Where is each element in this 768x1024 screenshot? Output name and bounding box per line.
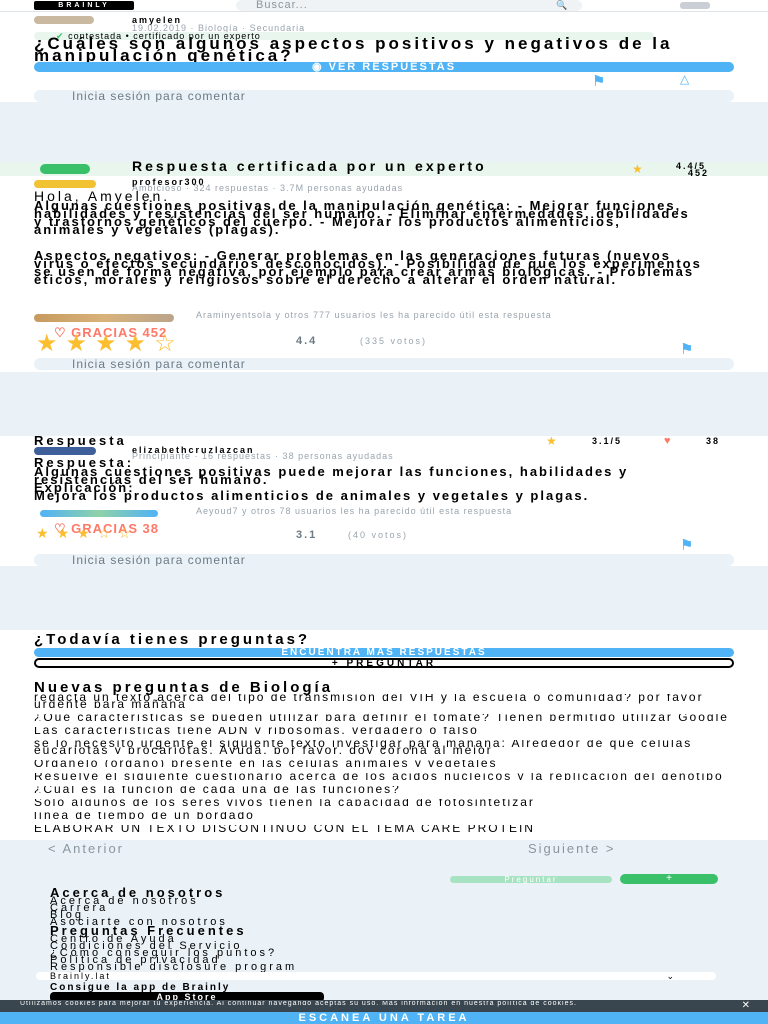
footer: < Anterior Siguiente > Preguntar + Acerc… <box>0 840 768 1024</box>
search-icon[interactable]: 🔍 <box>556 0 567 11</box>
answer-explanation: Mejora los productos alimenticios de ani… <box>34 488 590 503</box>
next-link[interactable]: Siguiente > <box>528 842 615 855</box>
question-link[interactable]: Solo algunos de los seres vivos tienen l… <box>34 799 734 806</box>
helpful-avatars <box>34 314 174 322</box>
share-icon[interactable]: △ <box>680 72 689 86</box>
top-header: BRAINLY Buscar... 🔍 <box>0 0 768 12</box>
votes: (40 votos) <box>348 530 409 540</box>
section-gap <box>0 372 768 436</box>
avatar <box>34 180 96 188</box>
star-icon[interactable]: ★ <box>95 332 117 356</box>
helpful-note: Araminyentsola y otros 777 usuarios les … <box>196 310 552 320</box>
report-flag-icon[interactable]: ⚑ <box>680 536 693 554</box>
footer-link[interactable]: Responsible disclosure program <box>50 962 297 973</box>
question-link[interactable]: se lo necesito urgente el siguiente text… <box>34 740 734 754</box>
cta-block: ¿Todavía tienes preguntas? ENCUENTRA MÁS… <box>0 630 768 680</box>
star-icon[interactable]: ★ <box>36 332 58 356</box>
faq-links: Centro de Ayuda Condiciones del Servicio ¿… <box>50 934 297 973</box>
brainly-logo[interactable]: BRAINLY <box>34 1 134 10</box>
score: 3.1 <box>296 529 318 541</box>
chevron-down-icon: ⌄ <box>666 971 676 981</box>
close-icon[interactable]: ✕ <box>742 1000 750 1012</box>
star-icon: ★ <box>546 434 557 448</box>
votes: (335 votos) <box>360 336 428 346</box>
author-meta: Ambicioso · 324 respuestas · 3.7M person… <box>132 183 404 193</box>
prev-link[interactable]: < Anterior <box>48 842 124 855</box>
question-link[interactable]: Las características tiene ADN y ribosoma… <box>34 727 734 734</box>
thanks-count: 452 <box>688 168 710 178</box>
search-input[interactable]: Buscar... <box>236 0 582 11</box>
answer-certified: Respuesta certificada por un experto ★ 4… <box>0 158 768 372</box>
new-questions-list: redacta un texto acerca del tipo de tran… <box>34 694 734 838</box>
helpful-avatars <box>40 510 158 517</box>
rating-stars[interactable]: ★ ★ ★ ☆ ☆ <box>36 525 139 543</box>
star-icon[interactable]: ★ <box>57 526 70 540</box>
scan-task-button[interactable]: ESCANEA UNA TAREA <box>0 1012 768 1024</box>
star-icon[interactable]: ★ <box>77 526 90 540</box>
star-icon[interactable]: ☆ <box>98 526 111 540</box>
eye-icon: ◉ <box>311 61 324 73</box>
star-icon[interactable]: ★ <box>36 526 49 540</box>
heart-icon: ♥ <box>664 435 671 447</box>
see-answers-label: VER RESPUESTAS <box>328 61 457 73</box>
report-flag-icon[interactable]: ⚑ <box>592 72 605 90</box>
helpful-note: Aeyoud7 y otros 78 usuarios les ha parec… <box>196 506 513 516</box>
footer-ask-button[interactable]: Preguntar <box>450 876 612 884</box>
cookie-banner: Utilizamos cookies para mejorar tu exper… <box>0 1000 768 1012</box>
answer-negatives: Aspectos negativos: - Generar problemas … <box>34 248 702 287</box>
report-flag-icon[interactable]: ⚑ <box>680 340 693 358</box>
star-icon[interactable]: ☆ <box>118 526 131 540</box>
section-gap <box>0 566 768 630</box>
author-meta: Principiante · 16 respuestas · 38 person… <box>132 451 394 461</box>
question-title: ¿Cuáles son algunos aspectos positivos y… <box>34 34 673 65</box>
certified-title: Respuesta certificada por un experto <box>132 158 487 174</box>
star-icon: ★ <box>632 162 643 176</box>
rating-value: 3.1/5 <box>592 436 623 446</box>
star-icon[interactable]: ★ <box>125 332 147 356</box>
avatar <box>34 16 94 24</box>
get-app-text: Consigue la app de Brainly <box>50 982 231 993</box>
ask-button[interactable]: + PREGUNTAR <box>34 658 734 669</box>
cta-title: ¿Todavía tienes preguntas? <box>34 631 311 648</box>
question-link[interactable]: ¿Cuál es la función de cada una de las f… <box>34 786 734 793</box>
about-links: Acerca de nosotros Carrera Blog Asociarte c… <box>50 896 228 928</box>
question-link[interactable]: ¿Qué características se pueden utilizar … <box>34 714 734 721</box>
thanks-number: 38 <box>142 521 159 536</box>
avatar <box>34 447 96 455</box>
language-select[interactable]: Brainly.lat ⌄ <box>36 971 716 981</box>
answer-body: Algunas cuestiones positivas de la manip… <box>34 198 690 237</box>
new-questions-title: Nuevas preguntas de Biología <box>34 679 334 696</box>
star-icon[interactable]: ☆ <box>154 332 176 356</box>
question-link[interactable]: redacta un texto acerca del tipo de tran… <box>34 694 734 708</box>
comment-bar[interactable]: Inicia sesión para comentar <box>34 358 734 370</box>
score: 4.4 <box>296 335 318 347</box>
question-block: amyelen 19.02.2019 · Biología · Secundar… <box>0 12 768 102</box>
question-link[interactable]: Organelo (órgano) presente en las célula… <box>34 760 734 767</box>
heart-count: 38 <box>706 436 721 446</box>
answer-title: Respuesta <box>34 433 127 448</box>
new-questions: Nuevas preguntas de Biología redacta un … <box>0 679 768 840</box>
login-button[interactable] <box>680 2 710 9</box>
certified-badge-icon <box>40 164 90 174</box>
comment-bar[interactable]: Inicia sesión para comentar <box>34 554 734 566</box>
footer-plus-button[interactable]: + <box>620 874 718 884</box>
answer-regular: Respuesta ★ 3.1/5 ♥ 38 elizabethcruzlazc… <box>0 433 768 566</box>
question-link[interactable]: Resuelve el siguiente cuestionario acerc… <box>34 773 734 780</box>
comment-bar[interactable]: Inicia sesión para comentar <box>34 90 734 102</box>
find-more-button[interactable]: ENCUENTRA MÁS RESPUESTAS <box>34 648 734 658</box>
cookie-text: Utilizamos cookies para mejorar tu exper… <box>20 1001 577 1007</box>
see-answers-button[interactable]: ◉ VER RESPUESTAS <box>34 61 734 73</box>
question-link[interactable]: línea de tiempo de un bordado <box>34 812 734 819</box>
question-link[interactable]: ELABORAR UN TEXTO DISCONTINUO CON EL TEM… <box>34 825 734 832</box>
star-icon[interactable]: ★ <box>66 332 88 356</box>
rating-stars[interactable]: ★ ★ ★ ★ ☆ <box>36 332 184 356</box>
section-gap <box>0 102 768 162</box>
language-value: Brainly.lat <box>50 971 111 981</box>
